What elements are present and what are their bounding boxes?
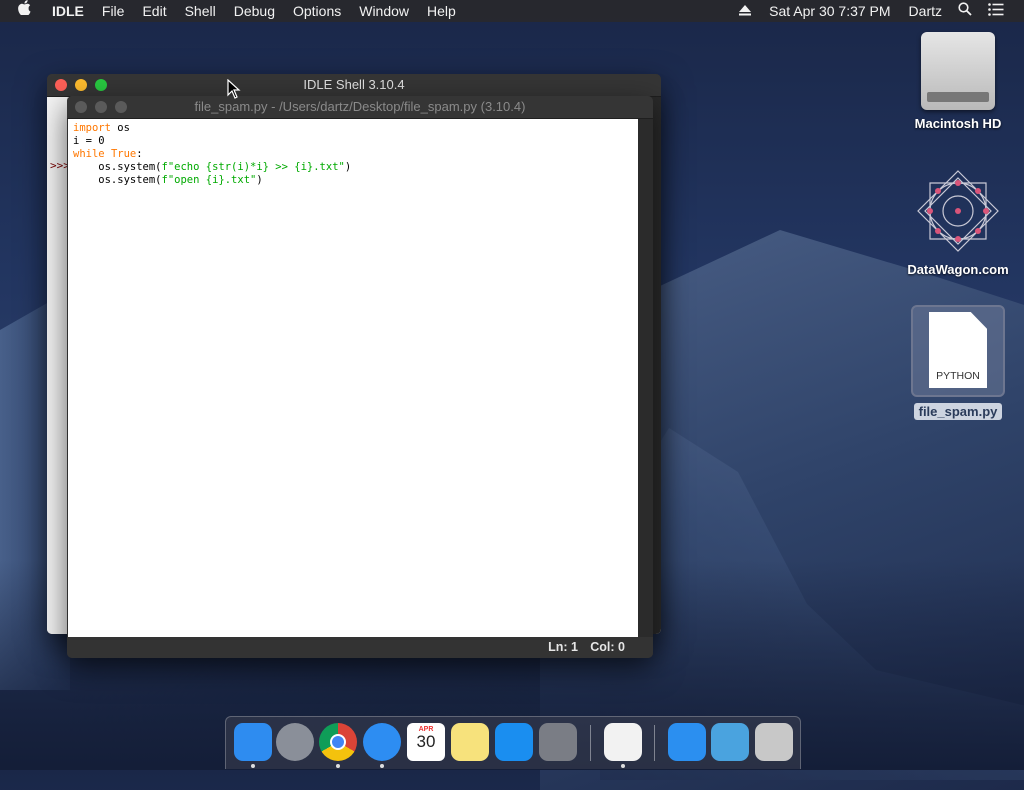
- shell-gutter: [47, 97, 68, 634]
- notification-center-icon[interactable]: [980, 0, 1024, 22]
- user-menu[interactable]: Dartz: [901, 0, 950, 22]
- code-line[interactable]: os.system(f"echo {str(i)*i} >> {i}.txt"): [73, 161, 633, 174]
- zoom-button[interactable]: [115, 101, 127, 113]
- eject-icon[interactable]: [731, 0, 759, 22]
- code-token: ): [256, 174, 263, 186]
- trash-icon[interactable]: [755, 723, 793, 761]
- downloads-folder-icon[interactable]: [711, 723, 749, 761]
- string-token: f"open {i}.txt": [161, 174, 257, 186]
- dock-separator: [654, 725, 655, 761]
- code-token: ): [344, 161, 352, 173]
- file-spam-label: file_spam.py: [913, 403, 1003, 420]
- finder-icon[interactable]: [234, 723, 272, 768]
- keyword-token: True: [110, 148, 137, 160]
- menu-bar: IDLE File Edit Shell Debug Options Windo…: [0, 0, 1024, 22]
- python-badge: PYTHON: [936, 370, 980, 382]
- minimize-button[interactable]: [95, 101, 107, 113]
- file-spam-desktop-icon[interactable]: PYTHON file_spam.py: [903, 305, 1013, 420]
- menu-debug[interactable]: Debug: [225, 0, 284, 22]
- apple-menu-icon[interactable]: [0, 0, 43, 22]
- line-number: Ln: 1: [548, 640, 578, 654]
- editor-title: file_spam.py - /Users/dartz/Desktop/file…: [194, 99, 526, 114]
- menu-help[interactable]: Help: [418, 0, 465, 22]
- launchpad-icon[interactable]: [276, 723, 314, 761]
- shell-titlebar[interactable]: IDLE Shell 3.10.4: [47, 74, 661, 97]
- editor-window[interactable]: file_spam.py - /Users/dartz/Desktop/file…: [67, 96, 653, 658]
- chrome-icon[interactable]: [319, 723, 357, 768]
- dock: APR 30: [225, 716, 801, 769]
- status-bar: Ln: 1 Col: 0: [67, 637, 653, 658]
- code-line[interactable]: import os: [73, 122, 633, 135]
- system-preferences-icon[interactable]: [539, 723, 577, 761]
- code-line[interactable]: while True:: [73, 148, 633, 161]
- code-line[interactable]: os.system(f"open {i}.txt"): [73, 174, 633, 187]
- editor-titlebar[interactable]: file_spam.py - /Users/dartz/Desktop/file…: [67, 96, 653, 119]
- editor-scrollbar[interactable]: [638, 119, 653, 637]
- zoom-button[interactable]: [95, 79, 107, 91]
- calendar-day: 30: [416, 732, 436, 751]
- code-token: i = 0: [73, 135, 105, 147]
- close-button[interactable]: [55, 79, 67, 91]
- running-indicator: [336, 764, 340, 768]
- menu-shell[interactable]: Shell: [176, 0, 225, 22]
- datawagon-desktop-icon[interactable]: DataWagon.com: [903, 166, 1013, 277]
- python-file-icon: PYTHON: [929, 312, 987, 388]
- calendar-icon[interactable]: APR 30: [407, 723, 445, 761]
- datawagon-label: DataWagon.com: [907, 262, 1009, 277]
- menu-edit[interactable]: Edit: [133, 0, 175, 22]
- running-indicator: [380, 764, 384, 768]
- code-token: os.system(: [73, 161, 162, 173]
- code-line[interactable]: i = 0: [73, 135, 633, 148]
- menu-window[interactable]: Window: [350, 0, 418, 22]
- code-token: :: [136, 148, 143, 160]
- string-token: f"echo {str(i)*i} >> {i}.txt": [161, 161, 345, 173]
- column-number: Col: 0: [590, 640, 625, 654]
- minimize-button[interactable]: [75, 79, 87, 91]
- keyword-token: while: [73, 148, 105, 160]
- code-token: os.system(: [73, 174, 162, 186]
- idle-python-icon[interactable]: [604, 723, 642, 768]
- dock-separator: [590, 725, 591, 761]
- spotlight-search-icon[interactable]: [950, 0, 980, 22]
- macintosh-hd-desktop-icon[interactable]: Macintosh HD: [903, 32, 1013, 131]
- menu-file[interactable]: File: [93, 0, 134, 22]
- file-selection-frame: PYTHON: [911, 305, 1005, 397]
- running-indicator: [251, 764, 255, 768]
- menu-options[interactable]: Options: [284, 0, 350, 22]
- clock[interactable]: Sat Apr 30 7:37 PM: [759, 0, 900, 22]
- notes-icon[interactable]: [451, 723, 489, 761]
- code-editor[interactable]: import os i = 0 while True: os.system(f"ec…: [68, 119, 638, 637]
- applications-folder-icon[interactable]: [668, 723, 706, 761]
- close-button[interactable]: [75, 101, 87, 113]
- app-store-icon[interactable]: [495, 723, 533, 761]
- keyword-token: import: [73, 122, 111, 134]
- hard-drive-icon: [921, 32, 995, 110]
- safari-icon[interactable]: [363, 723, 401, 768]
- shell-title: IDLE Shell 3.10.4: [303, 77, 405, 92]
- app-menu-idle[interactable]: IDLE: [43, 0, 93, 22]
- macintosh-hd-label: Macintosh HD: [914, 116, 1002, 131]
- datawagon-logo-icon: [913, 166, 1003, 256]
- running-indicator: [621, 764, 625, 768]
- code-token: os: [110, 122, 130, 134]
